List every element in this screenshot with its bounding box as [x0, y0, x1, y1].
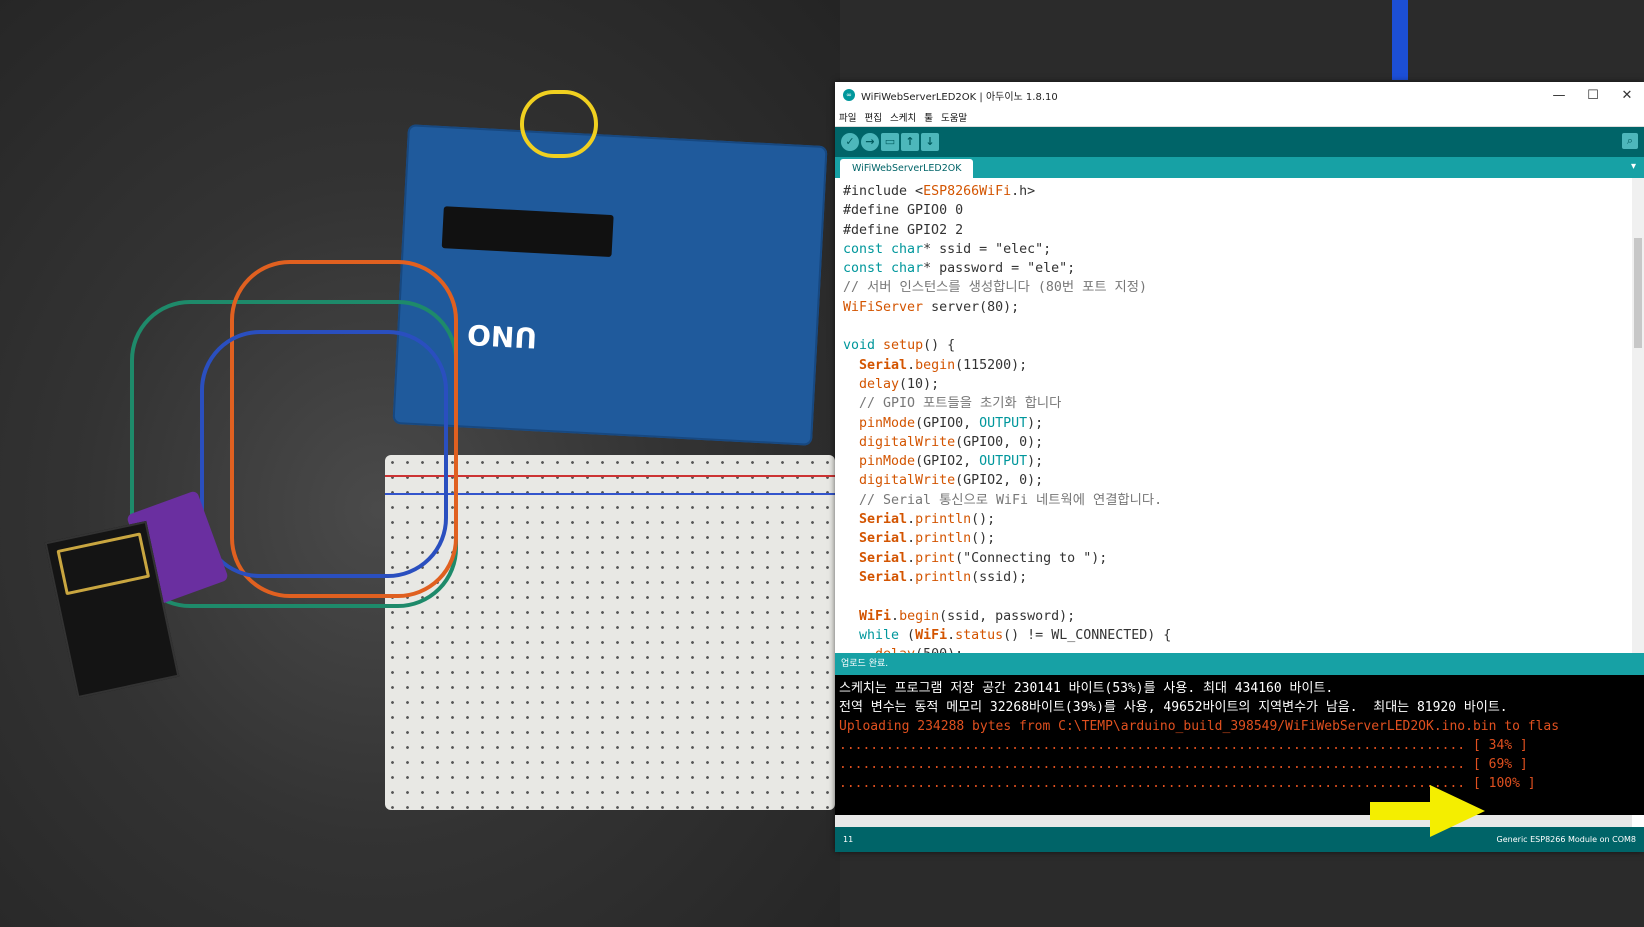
console-line: 전역 변수는 동적 메모리 32268바이트(39%)를 사용, 49652바이… [839, 700, 1508, 715]
title-bar: ∞ WiFiWebServerLED2OK | 아두이노 1.8.10 — ☐ … [835, 82, 1644, 108]
open-button[interactable]: ↑ [901, 133, 919, 151]
usb-cable [1392, 0, 1408, 80]
console-line: Uploading 234288 bytes from C:\TEMP\ardu… [839, 719, 1560, 734]
verify-button[interactable]: ✓ [841, 133, 859, 151]
console-output: 스케치는 프로그램 저장 공간 230141 바이트(53%)를 사용. 최대 … [835, 675, 1644, 815]
antenna-trace [56, 532, 151, 596]
tab-bar: WiFiWebServerLED2OK ▾ [835, 157, 1644, 179]
code-text[interactable]: #include <ESP8266WiFi.h> #define GPIO0 0… [835, 178, 1644, 653]
console-line: ........................................… [839, 738, 1528, 753]
console-line: ........................................… [839, 757, 1528, 772]
microcontroller-chip [441, 206, 614, 258]
minimize-button[interactable]: — [1542, 88, 1576, 103]
arduino-app-icon: ∞ [843, 89, 855, 101]
menu-bar: 파일 편집 스케치 툴 도움말 [835, 108, 1644, 127]
menu-help[interactable]: 도움말 [941, 110, 967, 124]
wire-blue [200, 330, 448, 578]
line-number: 11 [843, 835, 854, 844]
tab-menu-chevron-icon[interactable]: ▾ [1631, 161, 1636, 172]
editor-scrollbar[interactable] [1632, 178, 1644, 653]
bottom-status-bar: 11 Generic ESP8266 Module on COM8 [835, 827, 1644, 852]
console-horizontal-scrollbar[interactable] [835, 815, 1632, 827]
status-bar: 업로드 완료. [835, 653, 1644, 675]
menu-sketch[interactable]: 스케치 [890, 110, 916, 124]
hardware-photo: UNO [0, 0, 1408, 927]
uno-logo: UNO [466, 317, 538, 355]
menu-file[interactable]: 파일 [839, 110, 856, 124]
board-port-label: Generic ESP8266 Module on COM8 [1496, 835, 1636, 844]
close-button[interactable]: ✕ [1610, 88, 1644, 103]
highlight-arrow-icon [1430, 785, 1485, 837]
highlight-arrow-shaft [1370, 802, 1432, 820]
code-editor[interactable]: #include <ESP8266WiFi.h> #define GPIO0 0… [835, 178, 1644, 653]
new-button[interactable]: ▭ [881, 133, 899, 151]
wire-yellow [520, 90, 598, 158]
save-button[interactable]: ↓ [921, 133, 939, 151]
toolbar: ✓ → ▭ ↑ ↓ ⌕ [835, 127, 1644, 214]
tab-sketch[interactable]: WiFiWebServerLED2OK [840, 159, 974, 179]
maximize-button[interactable]: ☐ [1576, 88, 1610, 103]
arduino-ide-window: ∞ WiFiWebServerLED2OK | 아두이노 1.8.10 — ☐ … [835, 82, 1644, 852]
scrollbar-thumb[interactable] [1634, 238, 1642, 348]
menu-edit[interactable]: 편집 [864, 110, 881, 124]
menu-tools[interactable]: 툴 [924, 110, 933, 124]
window-title: WiFiWebServerLED2OK | 아두이노 1.8.10 [861, 91, 1058, 103]
upload-button[interactable]: → [861, 133, 879, 151]
console-line: 스케치는 프로그램 저장 공간 230141 바이트(53%)를 사용. 최대 … [839, 681, 1334, 696]
serial-monitor-button[interactable]: ⌕ [1622, 133, 1638, 149]
